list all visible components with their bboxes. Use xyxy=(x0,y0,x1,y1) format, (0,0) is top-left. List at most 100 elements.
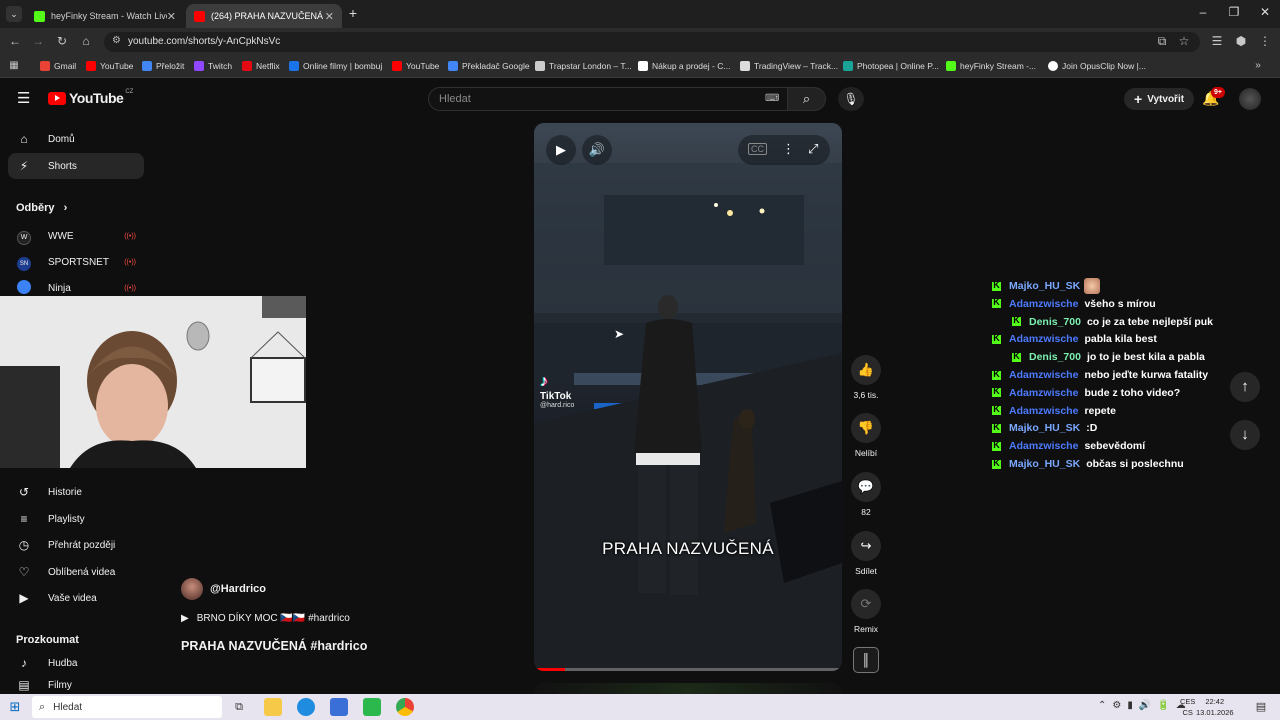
remix-action[interactable]: ⟳ Remix xyxy=(848,589,884,634)
chrome-icon[interactable] xyxy=(396,698,414,716)
like-action[interactable]: 👍 3,6 tis. xyxy=(848,355,884,400)
sidebar-item-your-videos[interactable]: ▶ Vaše videa xyxy=(8,585,144,611)
channel-avatar[interactable] xyxy=(181,578,203,600)
app-icon[interactable] xyxy=(363,698,381,716)
create-button[interactable]: + Vytvořit xyxy=(1124,88,1195,110)
next-short-button[interactable]: ↓ xyxy=(1230,420,1260,450)
back-icon[interactable]: ← xyxy=(7,34,23,48)
bookmark-gmail[interactable]: Gmail xyxy=(40,61,76,71)
url-field[interactable]: ⚙ youtube.com/shorts/y-AnCpkNsVc xyxy=(104,32,1200,52)
new-tab-button[interactable]: + xyxy=(346,5,360,21)
tray-icons[interactable]: ⌃⚙▮🔊🔋☁ xyxy=(1098,700,1192,711)
edge-icon[interactable] xyxy=(297,698,315,716)
forward-icon[interactable]: → xyxy=(30,34,46,48)
bookmark-trapstar[interactable]: Trapstar London – T... xyxy=(535,61,632,71)
bookmark-label: YouTube xyxy=(406,61,440,71)
keyboard-icon[interactable]: ⌨ xyxy=(765,93,779,104)
lang-bottom: CS xyxy=(1182,708,1193,717)
sidebar-item-shorts[interactable]: ⚡ Shorts xyxy=(8,153,144,179)
file-explorer-icon[interactable] xyxy=(264,698,282,716)
bookmark-bombuj[interactable]: Online filmy | bombuj xyxy=(289,61,382,71)
sidebar-sub-sportsnet[interactable]: SN SPORTSNET ((•)) xyxy=(8,249,144,275)
windows-start-icon[interactable]: ⊞ xyxy=(6,698,24,716)
bookmark-netflix[interactable]: Netflix xyxy=(242,61,280,71)
bookmark-twitch[interactable]: Twitch xyxy=(194,61,232,71)
home-browser-icon[interactable]: ⌂ xyxy=(78,34,94,48)
notification-center-icon[interactable]: ▤ xyxy=(1252,698,1270,716)
bookmark-heyfinky[interactable]: heyFinky Stream -... xyxy=(946,61,1036,71)
home-icon: ⌂ xyxy=(20,132,28,146)
bookmark-prekladac[interactable]: Překladač Google xyxy=(448,61,530,71)
reload-icon[interactable]: ↻ xyxy=(54,34,70,48)
bookmark-label: TradingView – Track... xyxy=(754,61,839,71)
close-tab-icon[interactable]: ✕ xyxy=(167,10,176,23)
sidebar-item-home[interactable]: ⌂ Domů xyxy=(8,126,144,152)
browser-menu-icon[interactable]: ⋮ xyxy=(1257,34,1273,48)
heading-label: Odběry xyxy=(16,202,55,214)
play-button[interactable]: ▶ xyxy=(546,135,576,165)
store-icon[interactable] xyxy=(330,698,348,716)
more-bookmarks-icon[interactable]: » xyxy=(1250,60,1266,71)
bookmark-youtube[interactable]: YouTube xyxy=(86,61,133,71)
search-button[interactable]: ⌕ xyxy=(788,87,826,111)
menu-icon[interactable]: ☰ xyxy=(17,89,30,107)
bookmark-tradingview[interactable]: TradingView – Track... xyxy=(740,61,838,71)
share-action[interactable]: ↪ Sdílet xyxy=(848,531,884,576)
dislike-button[interactable]: 👎 xyxy=(851,413,881,443)
sidebar-item-music[interactable]: ♪ Hudba xyxy=(8,650,144,676)
close-window-icon[interactable]: ✕ xyxy=(1250,5,1280,19)
bookmark-youtube-2[interactable]: YouTube xyxy=(392,61,439,71)
sidebar-item-films[interactable]: ▤ Filmy xyxy=(8,677,144,693)
previous-short-button[interactable]: ↑ xyxy=(1230,372,1260,402)
dislike-action[interactable]: 👎 Nelíbí xyxy=(848,413,884,458)
related-video-link[interactable]: ▶ BRNO DÍKY MOC 🇨🇿🇨🇿 #hardrico xyxy=(181,613,350,624)
volume-button[interactable]: 🔊 xyxy=(582,135,612,165)
subscriptions-heading[interactable]: Odběry › xyxy=(16,202,67,214)
comments-button[interactable]: 💬 xyxy=(851,472,881,502)
fullscreen-icon[interactable]: ⤢ xyxy=(808,141,818,157)
channel-avatar xyxy=(16,279,32,297)
apps-grid-icon[interactable]: ▦ xyxy=(6,60,22,71)
tab-heyfinky[interactable]: heyFinky Stream - Watch Live o ✕ xyxy=(26,4,184,28)
taskbar-search[interactable]: ⌕ Hledat xyxy=(32,696,222,718)
install-app-icon[interactable]: ⧉ xyxy=(1154,34,1170,49)
notifications-button[interactable]: 🔔 9+ xyxy=(1202,87,1225,107)
channel-info[interactable]: @Hardrico xyxy=(181,578,266,600)
bookmark-photopea[interactable]: Photopea | Online P... xyxy=(843,61,939,71)
more-options-icon[interactable]: ⋮ xyxy=(782,141,795,157)
video-progress-bar[interactable] xyxy=(534,668,842,671)
voice-search-button[interactable]: 🎙 xyxy=(838,87,864,111)
remix-button[interactable]: ⟳ xyxy=(851,589,881,619)
tab-list-button[interactable]: ⌄ xyxy=(6,6,22,22)
account-avatar[interactable] xyxy=(1239,88,1261,110)
like-button[interactable]: 👍 xyxy=(851,355,881,385)
search-input[interactable] xyxy=(439,93,739,105)
sound-button[interactable]: ║ xyxy=(853,647,879,673)
reading-list-icon[interactable]: ☰ xyxy=(1209,34,1225,48)
channel-handle[interactable]: @Hardrico xyxy=(210,583,266,595)
bookmark-prelozit[interactable]: Přeložit xyxy=(142,61,184,71)
sidebar-item-history[interactable]: ↺ Historie xyxy=(8,479,144,505)
next-short-preview[interactable] xyxy=(534,683,842,694)
sidebar-item-liked[interactable]: ♡ Oblíbená videa xyxy=(8,559,144,585)
youtube-logo[interactable]: YouTube CZ xyxy=(48,89,133,106)
extension-icon[interactable]: ⬢ xyxy=(1233,34,1249,48)
task-view-icon[interactable]: ⧉ xyxy=(230,698,248,716)
language-indicator[interactable]: CES CS xyxy=(1180,696,1195,718)
sidebar-item-playlists[interactable]: ≡ Playlisty xyxy=(8,506,144,532)
minimize-icon[interactable]: – xyxy=(1188,5,1218,19)
tab-youtube-short[interactable]: (264) PRAHA NAZVUČENÁ #ha ✕ xyxy=(186,4,342,28)
sidebar-item-watch-later[interactable]: ◷ Přehrát později xyxy=(8,532,144,558)
close-tab-icon[interactable]: ✕ xyxy=(325,10,334,23)
share-button[interactable]: ↪ xyxy=(851,531,881,561)
comments-action[interactable]: 💬 82 xyxy=(848,472,884,517)
maximize-icon[interactable]: ❐ xyxy=(1219,5,1249,19)
taskbar-clock[interactable]: 22:42 13.01.2026 xyxy=(1196,696,1234,718)
shorts-video-player[interactable]: ▶ 🔊 CC ⋮ ⤢ ♪ TikTok @hard.rico ➤ PRAHA N… xyxy=(534,123,842,671)
bookmark-nakup[interactable]: Nákup a prodej - C... xyxy=(638,61,730,71)
site-info-icon[interactable]: ⚙ xyxy=(112,35,121,46)
captions-icon[interactable]: CC xyxy=(748,143,767,155)
bookmark-star-icon[interactable]: ☆ xyxy=(1176,34,1192,48)
sidebar-sub-wwe[interactable]: W WWE ((•)) xyxy=(8,223,144,249)
bookmark-opusclip[interactable]: Join OpusClip Now |... xyxy=(1048,61,1146,71)
